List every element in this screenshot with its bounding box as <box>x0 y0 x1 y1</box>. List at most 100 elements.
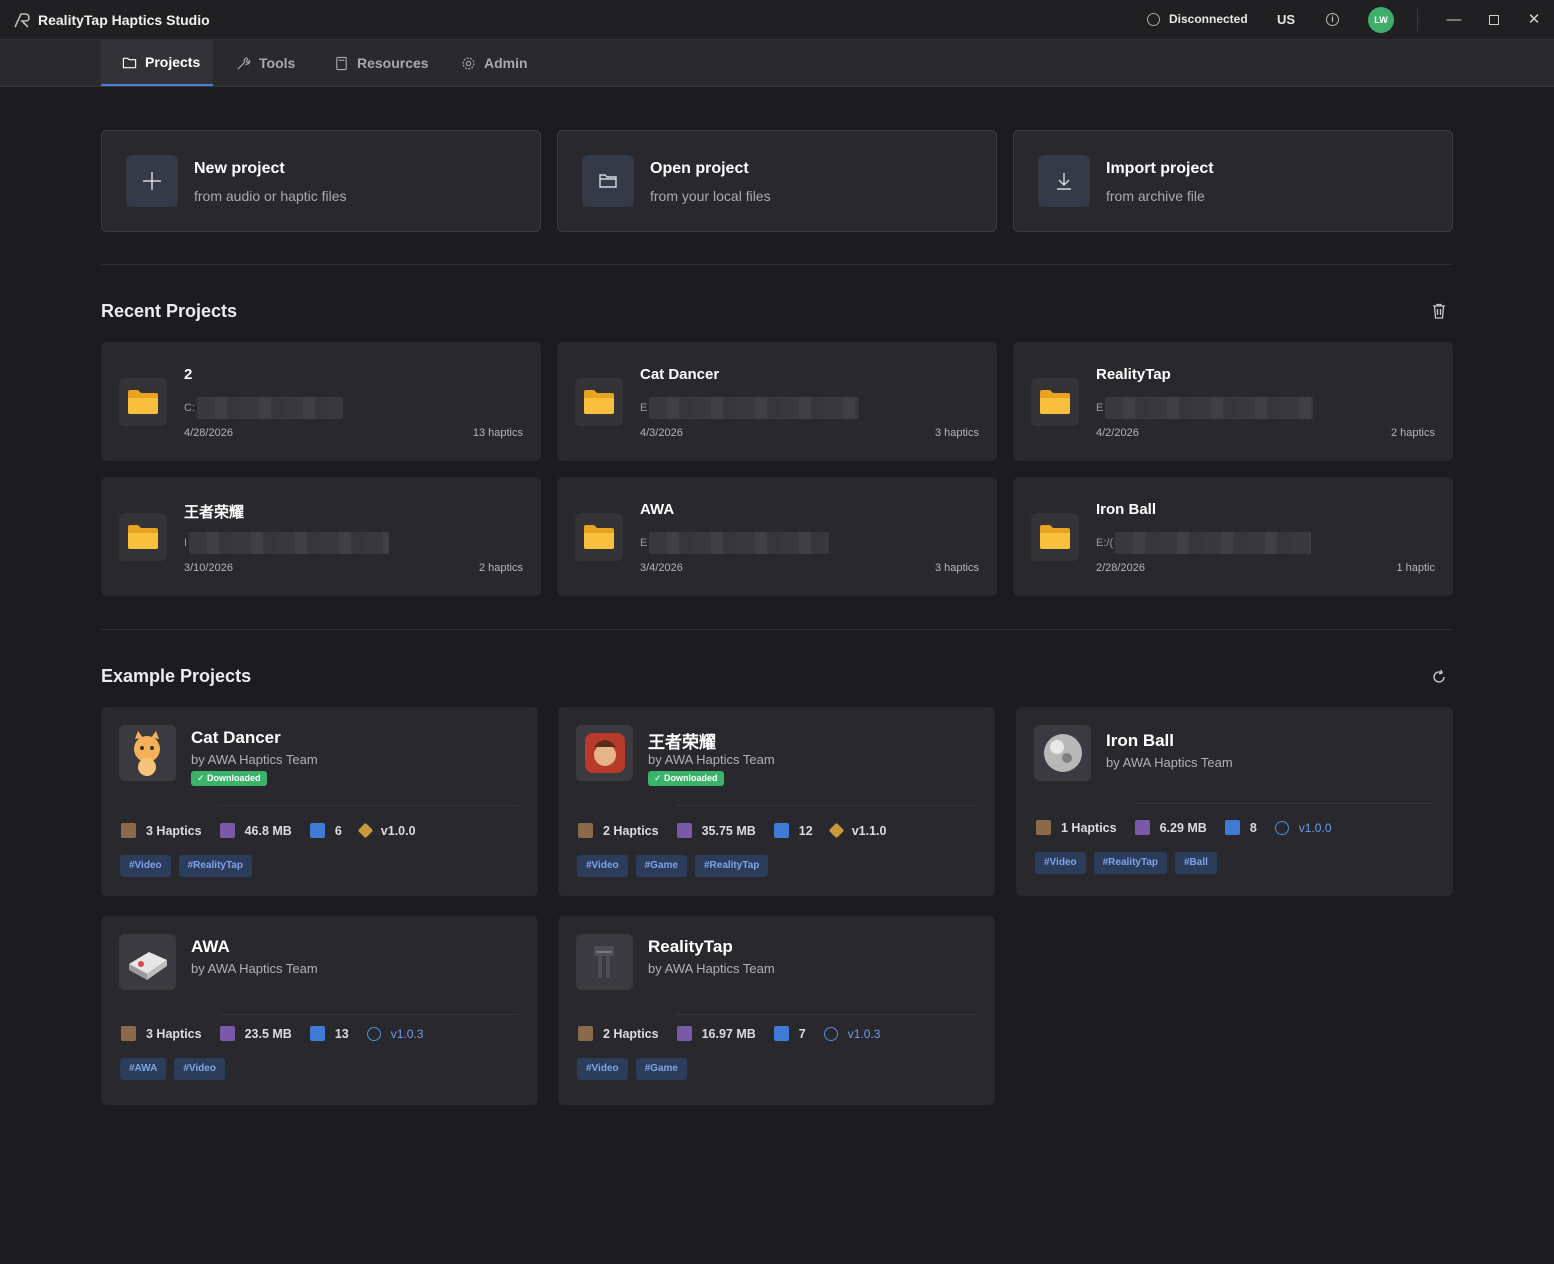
connection-label: Disconnected <box>1169 12 1248 26</box>
path-prefix: C: <box>184 402 195 414</box>
version-label: v1.0.3 <box>847 1026 881 1041</box>
example-project-author: by AWA Haptics Team <box>648 752 775 767</box>
trash-icon[interactable] <box>1430 302 1448 320</box>
recent-project-path: E <box>640 532 830 554</box>
project-thumbnail <box>119 725 176 781</box>
project-thumbnail <box>1034 725 1091 781</box>
tab-resources[interactable]: Resources <box>334 40 429 86</box>
example-project-name: RealityTap <box>648 937 733 956</box>
folder-icon <box>1031 378 1079 426</box>
tag-icon <box>828 822 844 839</box>
recent-project-card[interactable]: 王者荣耀 I 3/10/2026 2 haptics <box>101 477 541 596</box>
file-size: 16.97 MB <box>676 1026 756 1041</box>
example-project-author: by AWA Haptics Team <box>191 752 318 767</box>
version-label: v1.0.0 <box>380 823 416 838</box>
tag-list: #AWA #Video <box>120 1058 225 1080</box>
haptics-count: 2 Haptics <box>578 823 659 838</box>
haptics-count: 2 Haptics <box>578 1026 659 1041</box>
tab-projects[interactable]: Projects <box>101 40 213 86</box>
tag-chip[interactable]: #RealityTap <box>178 855 252 877</box>
maximize-icon[interactable] <box>1484 10 1504 30</box>
download-icon <box>1038 155 1090 207</box>
path-prefix: E <box>640 537 648 549</box>
example-project-card[interactable]: 王者荣耀 by AWA Haptics Team ✓ Downloaded 2 … <box>558 707 995 896</box>
connection-status[interactable]: Disconnected <box>1147 12 1248 26</box>
card-divider <box>219 805 519 806</box>
recent-project-card[interactable]: 2 C: 4/28/2026 13 haptics <box>101 342 541 461</box>
recent-project-date: 4/3/2026 <box>640 427 683 439</box>
tag-chip[interactable]: #RealityTap <box>694 855 769 877</box>
main-nav: Projects Tools Resources Admin <box>0 40 1554 87</box>
avatar[interactable]: LW <box>1368 7 1394 33</box>
save-icon <box>676 823 692 838</box>
tag-chip[interactable]: #Video <box>120 855 171 877</box>
action-title: Import project <box>1106 160 1214 177</box>
file-size: 23.5 MB <box>219 1026 292 1041</box>
refresh-icon[interactable] <box>1430 668 1448 686</box>
version-label: v1.0.3 <box>390 1026 424 1041</box>
recent-project-name: Iron Ball <box>1096 501 1157 518</box>
tag-chip[interactable]: #AWA <box>120 1058 167 1080</box>
example-project-card[interactable]: Cat Dancer by AWA Haptics Team ✓ Downloa… <box>101 707 538 896</box>
tag-chip[interactable]: #Video <box>174 1058 225 1080</box>
recent-project-name: 王者荣耀 <box>184 504 245 521</box>
haptics-count: 3 Haptics <box>121 823 202 838</box>
tag-list: #Video #RealityTap #Ball <box>1035 852 1217 874</box>
info-icon[interactable]: i <box>1326 13 1339 26</box>
example-project-card[interactable]: AWA by AWA Haptics Team 3 Haptics 23.5 M… <box>101 916 538 1105</box>
tag-chip[interactable]: #Ball <box>1175 852 1217 874</box>
plus-icon <box>126 155 178 207</box>
version: v1.0.0 <box>1274 820 1332 835</box>
download-arrow-icon <box>309 823 325 838</box>
download-count: 7 <box>773 1026 806 1041</box>
globe-icon <box>823 1026 838 1041</box>
tag-chip[interactable]: #Game <box>635 855 687 877</box>
example-project-card[interactable]: Iron Ball by AWA Haptics Team 1 Haptics … <box>1016 707 1453 896</box>
tag-chip[interactable]: #Game <box>635 1058 687 1080</box>
gear-icon <box>462 56 475 70</box>
haptics-count: 1 Haptics <box>1036 820 1117 835</box>
tag-chip[interactable]: #Video <box>577 1058 628 1080</box>
file-size: 35.75 MB <box>676 823 756 838</box>
recent-project-card[interactable]: Cat Dancer E 4/3/2026 3 haptics <box>557 342 997 461</box>
open-project-card[interactable]: Open project from your local files <box>557 130 997 232</box>
download-count: 6 <box>309 823 342 838</box>
book-icon <box>336 56 347 70</box>
tag-chip[interactable]: #Video <box>1035 852 1086 874</box>
tag-chip[interactable]: #RealityTap <box>1093 852 1167 874</box>
close-icon[interactable]: ✕ <box>1524 10 1544 30</box>
tag-chip[interactable]: #Video <box>577 855 628 877</box>
recent-project-card[interactable]: AWA E 3/4/2026 3 haptics <box>557 477 997 596</box>
project-thumbnail <box>119 934 176 990</box>
region-selector[interactable]: US <box>1277 12 1295 27</box>
size-label: 23.5 MB <box>244 1026 292 1041</box>
folder-icon <box>122 57 137 68</box>
project-thumbnail <box>576 725 633 781</box>
haptics-label: 1 Haptics <box>1061 820 1117 835</box>
tab-label: Resources <box>357 55 429 71</box>
haptics-label: 3 Haptics <box>146 823 202 838</box>
tag-list: #Video #RealityTap <box>120 855 252 877</box>
download-count: 12 <box>773 823 813 838</box>
import-project-card[interactable]: Import project from archive file <box>1013 130 1453 232</box>
recent-project-card[interactable]: Iron Ball E:/( 2/28/2026 1 haptic <box>1013 477 1453 596</box>
tab-label: Tools <box>259 55 296 71</box>
version: v1.0.3 <box>823 1026 881 1041</box>
recent-project-haptic-count: 1 haptic <box>1396 562 1435 574</box>
tab-tools[interactable]: Tools <box>236 40 295 86</box>
example-project-card[interactable]: RealityTap by AWA Haptics Team 2 Haptics… <box>558 916 995 1105</box>
download-arrow-icon <box>309 1026 325 1041</box>
minimize-icon[interactable]: — <box>1444 10 1464 30</box>
save-icon <box>1134 820 1150 835</box>
new-project-card[interactable]: New project from audio or haptic files <box>101 130 541 232</box>
version-label: v1.1.0 <box>851 823 887 838</box>
tab-admin[interactable]: Admin <box>461 40 528 86</box>
version: v1.0.3 <box>366 1026 424 1041</box>
example-project-author: by AWA Haptics Team <box>191 961 318 976</box>
recent-project-path: E <box>640 397 860 419</box>
recent-project-path: I <box>184 532 390 554</box>
recent-project-card[interactable]: RealityTap E 4/2/2026 2 haptics <box>1013 342 1453 461</box>
action-title: New project <box>194 160 285 177</box>
downloads-label: 13 <box>334 1026 349 1041</box>
recent-project-path: E <box>1096 397 1314 419</box>
